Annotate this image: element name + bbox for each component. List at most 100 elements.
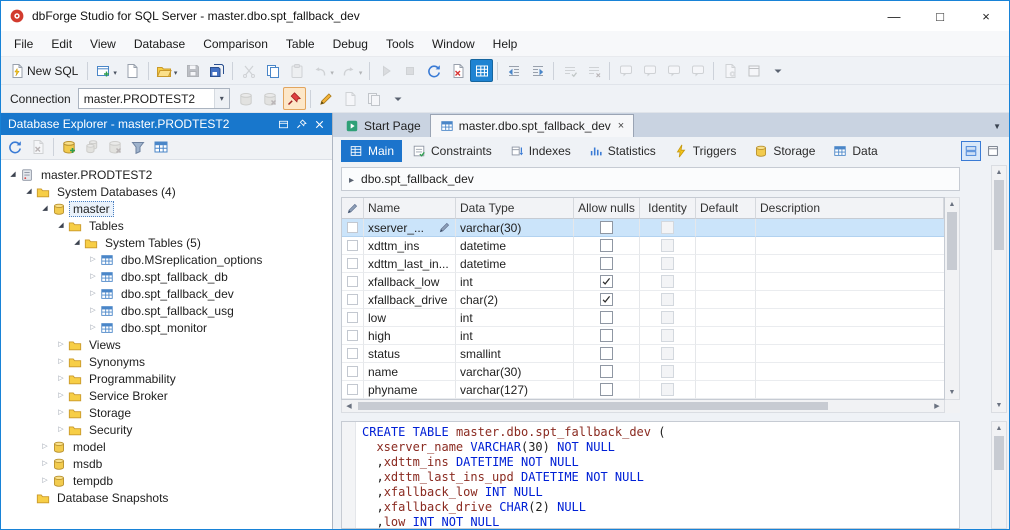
cell-default[interactable] xyxy=(696,381,756,399)
save-button[interactable] xyxy=(181,59,204,82)
bookmark-toggle-button[interactable] xyxy=(614,59,637,82)
cell-name[interactable]: xserver_... xyxy=(364,219,456,237)
new-connection-button[interactable] xyxy=(235,87,258,110)
row-state-cell[interactable] xyxy=(342,345,364,363)
duplicate-document-button[interactable] xyxy=(363,87,386,110)
grid-row-name[interactable]: name varchar(30) xyxy=(342,363,944,381)
menu-database[interactable]: Database xyxy=(125,31,194,56)
tree-item-dbo-spt-fallback-db[interactable]: ▷ dbo.spt_fallback_db xyxy=(1,268,332,285)
cell-allow-nulls[interactable] xyxy=(574,255,640,273)
sql-vertical-scrollbar[interactable]: ▲ xyxy=(991,421,1007,529)
tree-item-dbo-msreplication-options[interactable]: ▷ dbo.MSreplication_options xyxy=(1,251,332,268)
new-query-window-button[interactable] xyxy=(92,59,120,82)
cell-data-type[interactable]: int xyxy=(456,309,574,327)
cell-data-type[interactable]: int xyxy=(456,327,574,345)
copy-button[interactable] xyxy=(261,59,284,82)
cell-description[interactable] xyxy=(756,363,944,381)
stop-execution-button[interactable] xyxy=(398,59,421,82)
row-selector-box[interactable] xyxy=(347,222,358,233)
cell-name[interactable]: xdttm_last_in... xyxy=(364,255,456,273)
cell-description[interactable] xyxy=(756,309,944,327)
tree-item-dbo-spt-monitor[interactable]: ▷ dbo.spt_monitor xyxy=(1,319,332,336)
menu-view[interactable]: View xyxy=(81,31,125,56)
cell-data-type[interactable]: char(2) xyxy=(456,291,574,309)
tab-constraints[interactable]: Constraints xyxy=(404,140,500,162)
tree-item-service-broker[interactable]: ▷ Service Broker xyxy=(1,387,332,404)
allow-nulls-checkbox[interactable] xyxy=(600,311,613,324)
cell-data-type[interactable]: varchar(30) xyxy=(456,363,574,381)
cell-identity[interactable] xyxy=(640,255,696,273)
tree-item-tables[interactable]: ◢ Tables xyxy=(1,217,332,234)
execute-button[interactable] xyxy=(374,59,397,82)
tree-item-views[interactable]: ▷ Views xyxy=(1,336,332,353)
page-vertical-scrollbar[interactable]: ▲ ▼ xyxy=(991,165,1007,413)
new-database-button[interactable] xyxy=(58,137,80,158)
maximize-button[interactable]: □ xyxy=(917,1,963,31)
new-document-button[interactable] xyxy=(121,59,144,82)
column-header-data-type[interactable]: Data Type xyxy=(456,198,574,219)
cell-allow-nulls[interactable] xyxy=(574,237,640,255)
column-header-allow-nulls[interactable]: Allow nulls xyxy=(574,198,640,219)
cancel-refresh-button[interactable] xyxy=(446,59,469,82)
row-state-cell[interactable] xyxy=(342,219,364,237)
cell-identity[interactable] xyxy=(640,363,696,381)
cell-identity[interactable] xyxy=(640,345,696,363)
menu-edit[interactable]: Edit xyxy=(42,31,81,56)
cell-name[interactable]: high xyxy=(364,327,456,345)
cell-data-type[interactable]: datetime xyxy=(456,237,574,255)
column-header-identity[interactable]: Identity xyxy=(640,198,696,219)
grid-row-xdttm-last-in[interactable]: xdttm_last_in... datetime xyxy=(342,255,944,273)
cell-identity[interactable] xyxy=(640,381,696,399)
tree-item-master-prodtest2[interactable]: ◢ master.PRODTEST2 xyxy=(1,166,332,183)
tree-item-synonyms[interactable]: ▷ Synonyms xyxy=(1,353,332,370)
cell-allow-nulls[interactable] xyxy=(574,273,640,291)
menu-tools[interactable]: Tools xyxy=(377,31,423,56)
cell-default[interactable] xyxy=(696,273,756,291)
cell-identity[interactable] xyxy=(640,273,696,291)
cell-allow-nulls[interactable] xyxy=(574,327,640,345)
tab-storage[interactable]: Storage xyxy=(746,140,823,162)
tree-item-database-snapshots[interactable]: Database Snapshots xyxy=(1,489,332,506)
column-header-name[interactable]: Name xyxy=(364,198,456,219)
indent-increase-button[interactable] xyxy=(526,59,549,82)
cell-description[interactable] xyxy=(756,255,944,273)
toolbar-overflow-button[interactable] xyxy=(766,59,789,82)
refresh-explorer-button[interactable] xyxy=(4,137,26,158)
expand-icon[interactable]: ▷ xyxy=(55,421,67,438)
row-selector-box[interactable] xyxy=(347,294,358,305)
connection-overflow-button[interactable] xyxy=(387,87,410,110)
cell-description[interactable] xyxy=(756,345,944,363)
filter-objects-button[interactable] xyxy=(127,137,149,158)
cell-allow-nulls[interactable] xyxy=(574,381,640,399)
grid-row-status[interactable]: status smallint xyxy=(342,345,944,363)
cell-name[interactable]: status xyxy=(364,345,456,363)
row-selector-box[interactable] xyxy=(347,240,358,251)
bookmark-previous-button[interactable] xyxy=(638,59,661,82)
sql-editor-toggle-button[interactable] xyxy=(470,59,494,82)
allow-nulls-checkbox[interactable] xyxy=(600,275,613,288)
tab-statistics[interactable]: Statistics xyxy=(581,140,664,162)
paste-button[interactable] xyxy=(285,59,308,82)
cell-name[interactable]: xfallback_drive xyxy=(364,291,456,309)
menu-comparison[interactable]: Comparison xyxy=(194,31,277,56)
cut-button[interactable] xyxy=(237,59,260,82)
scroll-down-icon[interactable]: ▼ xyxy=(992,399,1006,412)
cell-description[interactable] xyxy=(756,273,944,291)
expand-icon[interactable]: ▷ xyxy=(55,336,67,353)
tab-list-dropdown-icon[interactable] xyxy=(993,118,1001,132)
tree-item-msdb[interactable]: ▷ msdb xyxy=(1,455,332,472)
cell-identity[interactable] xyxy=(640,219,696,237)
menu-file[interactable]: File xyxy=(5,31,42,56)
expand-icon[interactable]: ▷ xyxy=(39,472,51,489)
row-state-cell[interactable] xyxy=(342,363,364,381)
tab-indexes[interactable]: Indexes xyxy=(502,140,579,162)
new-sql-button[interactable]: New SQL xyxy=(6,59,83,82)
row-selector-box[interactable] xyxy=(347,276,358,287)
cell-description[interactable] xyxy=(756,381,944,399)
cell-name[interactable]: xfallback_low xyxy=(364,273,456,291)
duplicate-object-button[interactable] xyxy=(81,137,103,158)
auto-hide-pin-button[interactable] xyxy=(292,115,310,133)
cell-default[interactable] xyxy=(696,255,756,273)
cell-data-type[interactable]: datetime xyxy=(456,255,574,273)
row-state-cell[interactable] xyxy=(342,273,364,291)
